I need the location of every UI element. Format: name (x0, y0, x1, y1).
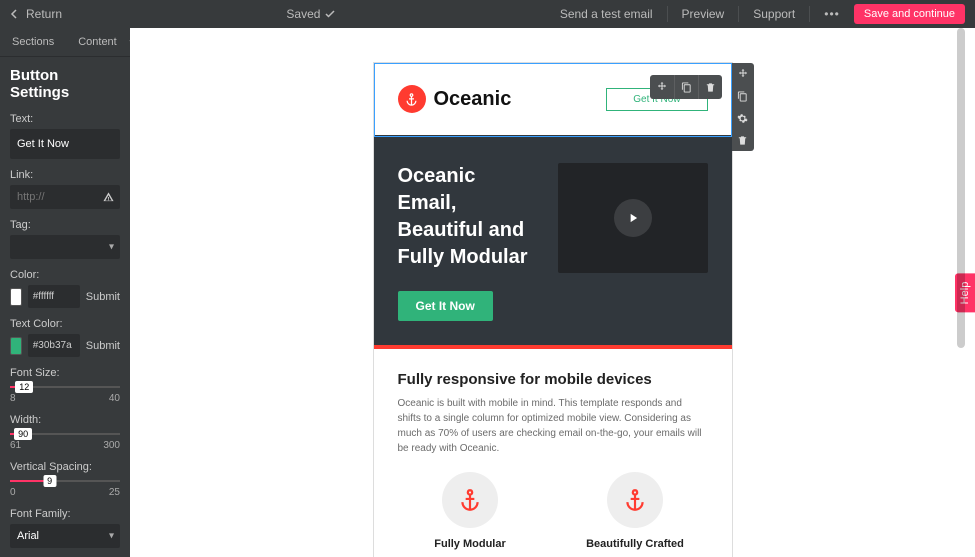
module-inline-toolbar (650, 75, 722, 99)
divider (738, 6, 739, 22)
textcolor-swatch[interactable] (10, 337, 22, 355)
feature-item: Beautifully Crafted Battle tested in Lit… (563, 472, 708, 557)
section-title: Fully responsive for mobile devices (398, 371, 708, 388)
width-slider[interactable]: 90 61300 (10, 430, 120, 451)
hero-cta-button[interactable]: Get It Now (398, 291, 493, 321)
color-submit-button[interactable]: Submit (86, 291, 120, 303)
color-label: Color: (10, 269, 120, 281)
textcolor-hex-input[interactable] (28, 334, 80, 357)
copy-icon[interactable] (674, 75, 698, 99)
return-label: Return (26, 7, 62, 21)
move-icon[interactable] (650, 75, 674, 99)
color-hex-input[interactable] (28, 285, 80, 308)
feature-title: Beautifully Crafted (563, 538, 708, 550)
panel-title: Button Settings (10, 67, 120, 101)
gear-icon[interactable] (732, 107, 754, 129)
fontfam-label: Font Family: (10, 508, 120, 520)
play-icon (614, 199, 652, 237)
anchor-icon (404, 92, 419, 107)
arrow-left-icon (10, 9, 20, 19)
button-text-input[interactable] (10, 129, 120, 159)
fontfamily-select[interactable]: Arial (10, 524, 120, 548)
fontsize-slider[interactable]: 12 840 (10, 383, 120, 404)
email-header-module[interactable]: Oceanic Get It Now (374, 63, 732, 135)
section-description: Oceanic is built with mobile in mind. Th… (398, 396, 708, 456)
brand-logo (398, 85, 426, 113)
divider (667, 6, 668, 22)
move-icon[interactable] (732, 63, 754, 85)
editor-canvas[interactable]: Oceanic Get It Now Oceanic Email, Beauti… (130, 28, 975, 557)
send-test-email-link[interactable]: Send a test email (560, 7, 653, 21)
return-button[interactable]: Return (10, 7, 62, 21)
check-icon (325, 10, 335, 18)
tab-content[interactable]: Content (72, 32, 123, 52)
saved-indicator: Saved (286, 7, 335, 21)
module-side-toolbar (732, 63, 754, 151)
features-module[interactable]: Fully responsive for mobile devices Ocea… (374, 349, 732, 557)
warning-icon (103, 192, 114, 203)
scrollbar[interactable] (957, 28, 965, 557)
trash-icon[interactable] (732, 129, 754, 151)
tag-label: Tag: (10, 219, 120, 231)
feature-item: Fully Modular Oceanic is built on a modu… (398, 472, 543, 557)
brand: Oceanic (398, 85, 512, 113)
video-placeholder[interactable] (558, 163, 708, 273)
scroll-thumb[interactable] (957, 28, 965, 348)
brand-name: Oceanic (434, 88, 512, 111)
text-label: Text: (10, 113, 120, 125)
feature-title: Fully Modular (398, 538, 543, 550)
width-label: Width: (10, 414, 120, 426)
hero-module[interactable]: Oceanic Email, Beautiful and Fully Modul… (374, 135, 732, 345)
fontsize-label: Font Size: (10, 367, 120, 379)
support-link[interactable]: Support (753, 7, 795, 21)
tag-select[interactable] (10, 235, 120, 259)
trash-icon[interactable] (698, 75, 722, 99)
tab-sections[interactable]: Sections (6, 32, 60, 52)
anchor-icon (442, 472, 498, 528)
vspace-slider[interactable]: 9 025 (10, 477, 120, 498)
vspace-label: Vertical Spacing: (10, 461, 120, 473)
more-menu[interactable]: ••• (824, 7, 840, 21)
color-swatch[interactable] (10, 288, 22, 306)
divider (809, 6, 810, 22)
link-label: Link: (10, 169, 120, 181)
sidebar: Sections Content Button Settings Text: L… (0, 28, 130, 557)
preview-link[interactable]: Preview (682, 7, 725, 21)
save-and-continue-button[interactable]: Save and continue (854, 4, 965, 24)
textcolor-label: Text Color: (10, 318, 120, 330)
anchor-icon (607, 472, 663, 528)
hero-title: Oceanic Email, Beautiful and Fully Modul… (398, 163, 540, 271)
top-bar: Return Saved Send a test email Preview S… (0, 0, 975, 28)
copy-icon[interactable] (732, 85, 754, 107)
textcolor-submit-button[interactable]: Submit (86, 340, 120, 352)
email-preview[interactable]: Oceanic Get It Now Oceanic Email, Beauti… (373, 62, 733, 557)
